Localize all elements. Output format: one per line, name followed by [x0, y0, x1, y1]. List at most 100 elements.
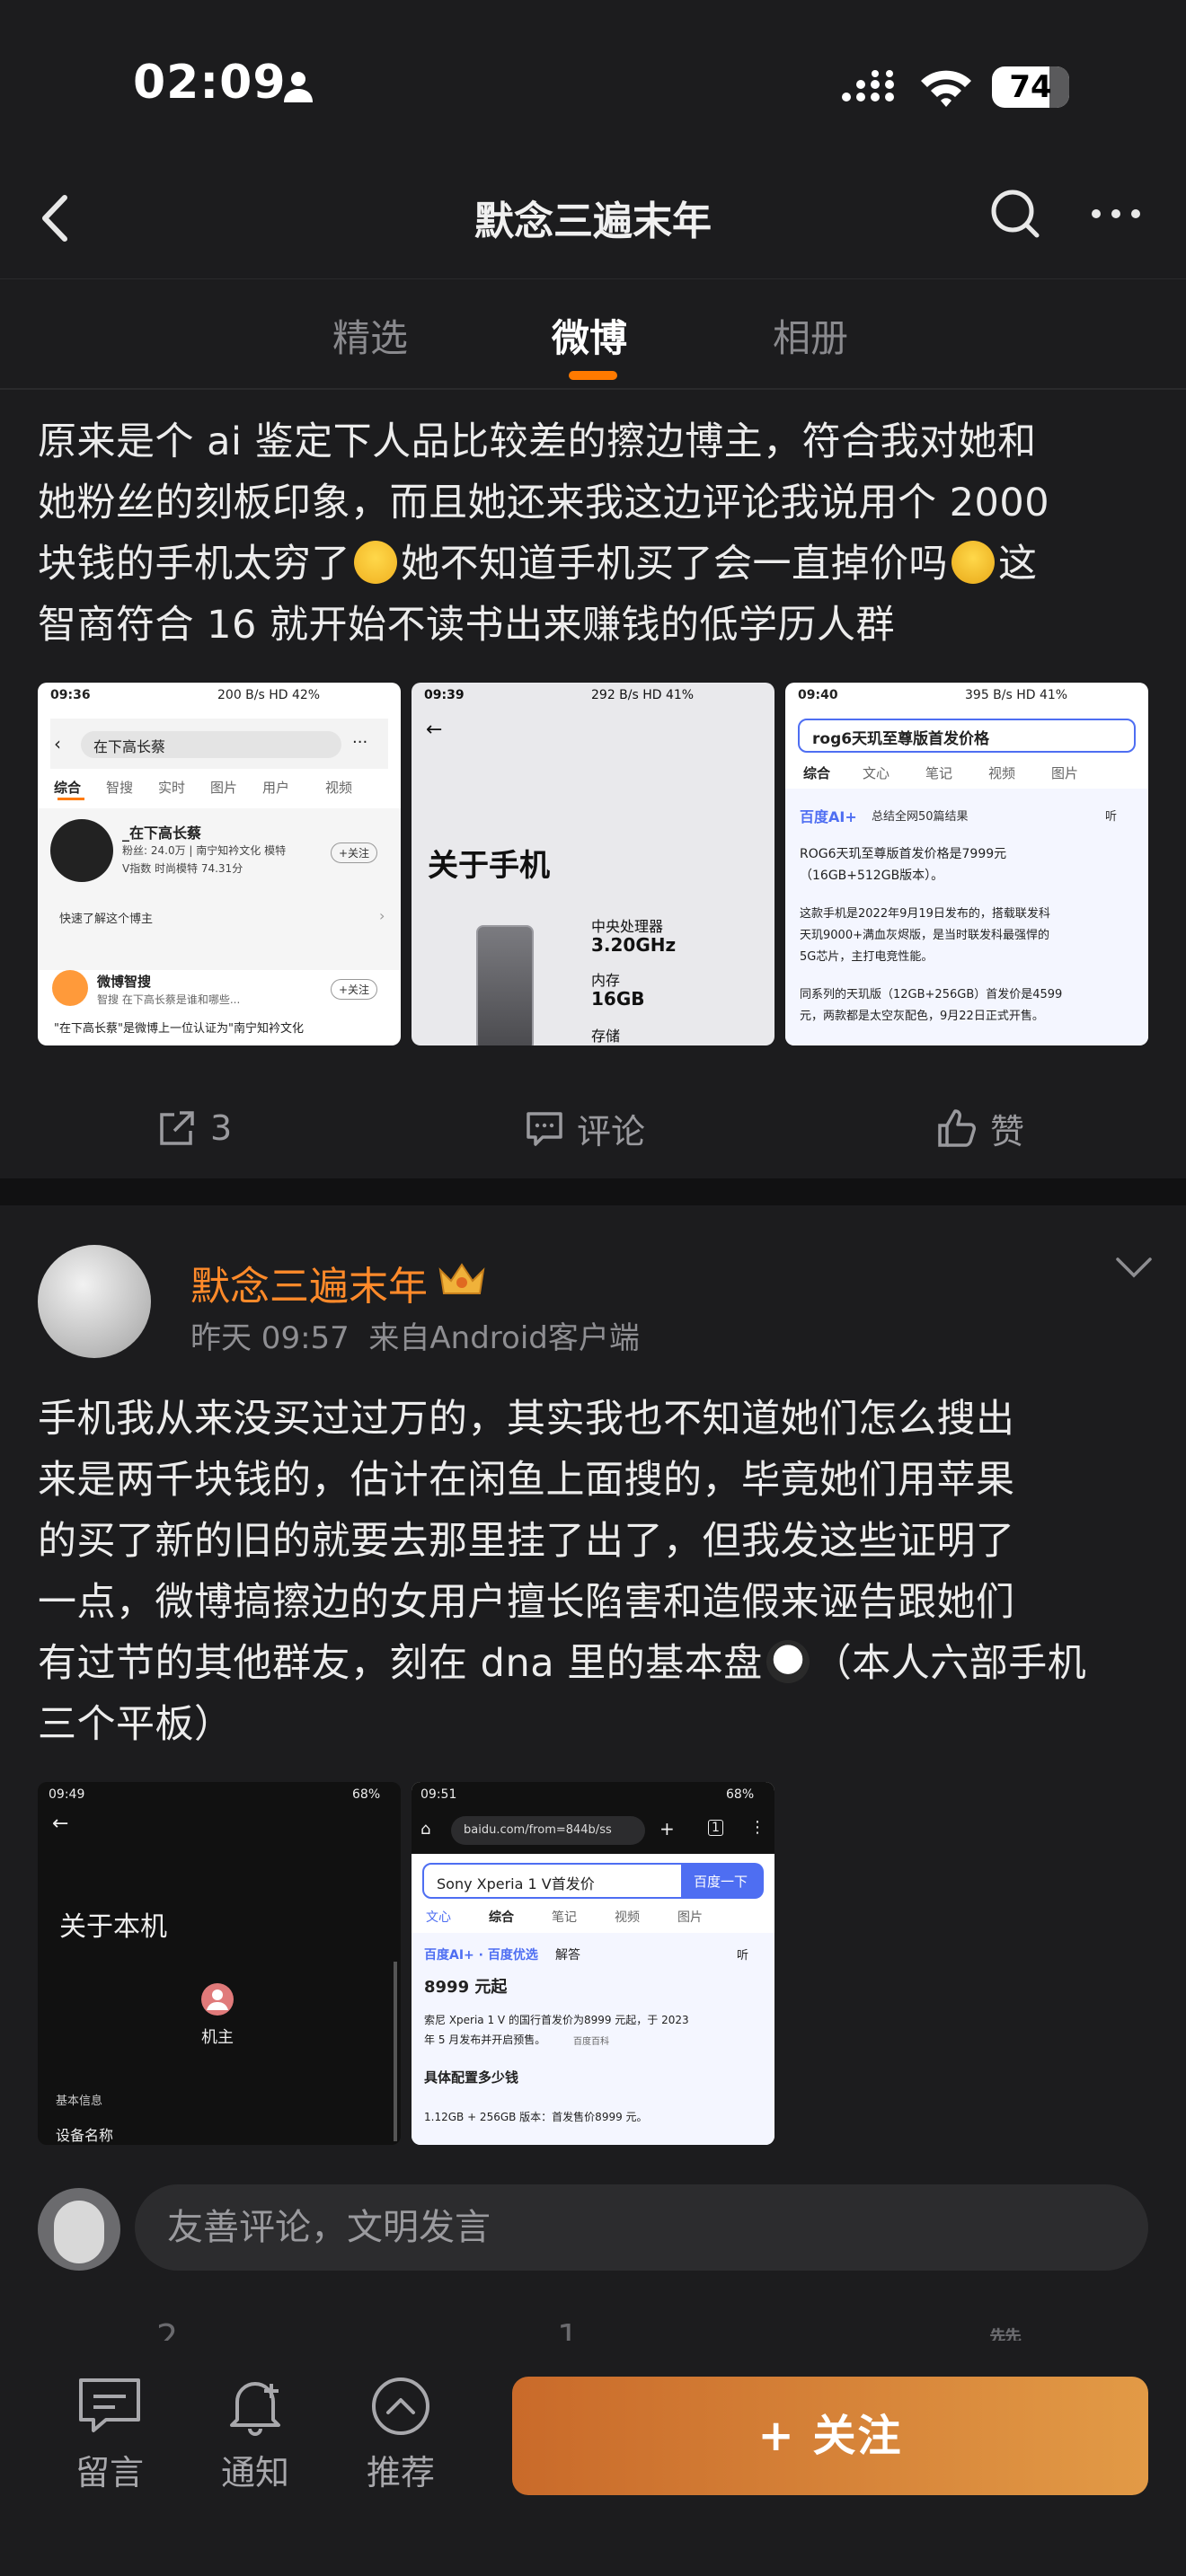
image-tab: 文心 — [426, 1910, 451, 1925]
image-ai-suffix: 解答 — [555, 1948, 580, 1963]
image-status: 395 B/s HD 41% — [965, 688, 1068, 702]
image-smart-title: 微博智搜 — [97, 974, 152, 990]
image-listen: 听 — [1105, 810, 1118, 824]
message-icon — [79, 2378, 140, 2432]
panda-emoji-icon — [766, 1640, 810, 1683]
back-arrow-icon: ← — [52, 1813, 69, 1835]
image-tab: 笔记 — [552, 1910, 577, 1925]
more-icon: ··· — [352, 733, 368, 752]
post-separator — [0, 1178, 1186, 1205]
recommend-button[interactable]: 推荐 — [338, 2375, 464, 2494]
peek-comment: 1 — [557, 2317, 580, 2341]
image-quote: "在下高长蔡"是微博上一位认证为"南宁知衿文化 — [54, 1022, 304, 1036]
post1-image-2[interactable]: 09:39 292 B/s HD 41% ← 关于手机 中央处理器 3.20GH… — [412, 683, 774, 1045]
post2-line: 手机我从来没买过过万的，其实我也不知道她们怎么搜出 — [38, 1397, 1015, 1442]
search-icon[interactable] — [987, 185, 1044, 243]
post-source: 来自Android客户端 — [368, 1320, 640, 1356]
image-follow-button: +关注 — [331, 842, 378, 863]
like-button[interactable]: 赞 — [936, 1083, 1024, 1173]
plus-icon: + — [659, 1818, 675, 1839]
message-button[interactable]: 留言 — [47, 2375, 173, 2494]
image-spec-label: 内存 — [591, 972, 621, 989]
post2-line: 三个平板） — [38, 1702, 234, 1747]
image-tab: 图片 — [677, 1910, 703, 1925]
cellular-signal-icon — [842, 70, 894, 101]
post1-line-part: 这 — [998, 542, 1038, 587]
post1-line-part: 块钱的手机太穷了 — [38, 542, 350, 587]
commenter-avatar-figure — [54, 2201, 104, 2263]
chevron-right-icon: › — [379, 907, 385, 924]
image-tab: 实时 — [158, 780, 186, 796]
comment-input[interactable]: 友善评论，文明发言 — [135, 2184, 1148, 2271]
more-icon: ⋮ — [749, 1818, 766, 1837]
image-user: 机主 — [201, 2028, 234, 2047]
image-heading: 具体配置多少钱 — [424, 2069, 519, 2086]
image-status-time: 09:49 — [49, 1787, 85, 1802]
tab-featured[interactable]: 精选 — [332, 308, 408, 363]
post1-line: 她粉丝的刻板印象，而且她还来我这边评论我说用个 2000 — [38, 481, 1050, 525]
image-paragraph: （16GB+512GB版本）。 — [800, 869, 944, 883]
post1-text: 原来是个 ai 鉴定下人品比较差的擦边博主，符合我对她和 她粉丝的刻板印象，而且… — [38, 411, 1152, 656]
repost-icon — [160, 1111, 194, 1145]
next-post-action-peek: 2 1 赞 — [0, 2317, 1186, 2341]
bottom-bar: 留言 通知 推荐 + 关注 — [0, 2341, 1186, 2576]
image-device: 设备名称 — [56, 2127, 114, 2144]
image-search-text: Sony Xperia 1 V首发价 — [437, 1875, 595, 1892]
post2-line: 的买了新的旧的就要去那里挂了出了，但我发这些证明了 — [38, 1519, 1015, 1564]
post2-line: 来是两千块钱的，估计在闲鱼上面搜的，毕竟她们用苹果 — [38, 1458, 1015, 1503]
notify-label: 通知 — [220, 2453, 289, 2492]
post1-line: 智商符合 16 就开始不读书出来赚钱的低学历人群 — [38, 603, 896, 648]
user-circle-icon — [201, 1983, 234, 2016]
author-name[interactable]: 默念三遍末年 — [190, 1254, 428, 1311]
image-status: 200 B/s HD 42% — [217, 688, 321, 702]
status-time: 02:09 — [133, 56, 287, 110]
thumbs-up-icon — [938, 1109, 976, 1147]
chevron-down-icon[interactable] — [1114, 1254, 1154, 1281]
image-price: 8999 元起 — [424, 1978, 508, 1997]
image-status-time: 09:40 — [798, 688, 838, 702]
image-url: baidu.com/from=844b/ss — [464, 1823, 612, 1837]
image-source: 百度百科 — [573, 2037, 609, 2047]
nav-bar: 默念三遍末年 — [0, 171, 1186, 269]
post1-image-3[interactable]: 09:40 395 B/s HD 41% rog6天玑至尊版首发价格 综合 文心… — [785, 683, 1148, 1045]
image-status-time: 09:51 — [420, 1787, 457, 1802]
image-follow-button: +关注 — [331, 979, 378, 1000]
home-icon: ⌂ — [420, 1820, 431, 1839]
image-scrollbar — [394, 1962, 397, 2141]
tab-weibo[interactable]: 微博 — [552, 308, 627, 363]
post1-line: 原来是个 ai 鉴定下人品比较差的擦边博主，符合我对她和 — [38, 419, 1037, 464]
post1-image-1[interactable]: 09:36 200 B/s HD 42% ‹ 在下高长蔡 ··· 综合 智搜 实… — [38, 683, 401, 1045]
image-title: 关于本机 — [59, 1911, 167, 1943]
commenter-avatar — [38, 2188, 120, 2271]
more-icon[interactable] — [1089, 196, 1143, 232]
image-tab: 视频 — [615, 1910, 640, 1925]
image-user-avatar — [50, 819, 113, 882]
notify-button[interactable]: 通知 — [192, 2375, 318, 2494]
person-icon — [284, 72, 313, 102]
back-icon: ‹ — [54, 733, 61, 754]
tab-album[interactable]: 相册 — [773, 308, 848, 363]
post2-line: 一点，微博搞擦边的女用户擅长陷害和造假来诬告跟她们 — [38, 1580, 1015, 1625]
repost-button[interactable]: 3 — [156, 1083, 232, 1173]
image-paragraph: 5G芯片，主打电竞性能。 — [800, 950, 934, 964]
image-tab: 综合 — [54, 780, 82, 796]
back-arrow-icon: ← — [426, 719, 443, 741]
author-avatar[interactable] — [38, 1245, 151, 1358]
post2-text: 手机我从来没买过过万的，其实我也不知道她们怎么搜出 来是两千块钱的，估计在闲鱼上… — [38, 1389, 1152, 1755]
image-spec-label: 存储 — [591, 1028, 621, 1045]
post2-line-part: 有过节的其他群友，刻在 dna 里的基本盘 — [38, 1641, 763, 1686]
tabs-icon: 1 — [708, 1820, 723, 1836]
image-tab: 图片 — [210, 780, 238, 796]
image-user-v: V指数 时尚模特 74.31分 — [122, 862, 243, 875]
image-paragraph: ROG6天玑至尊版首发价格是7999元 — [800, 847, 1007, 861]
image-ai-label: 百度AI+ · 百度优选 — [424, 1948, 538, 1963]
follow-button[interactable]: + 关注 — [512, 2377, 1148, 2495]
recommend-icon — [372, 2378, 429, 2435]
comment-button[interactable]: 评论 — [525, 1083, 645, 1173]
image-tab: 视频 — [325, 780, 353, 796]
post2-image-2[interactable]: 09:51 68% ⌂ baidu.com/from=844b/ss + 1 ⋮… — [412, 1782, 774, 2145]
post2-image-1[interactable]: 09:49 68% ← 关于本机 机主 基本信息 设备名称 — [38, 1782, 401, 2145]
image-battery: 68% — [726, 1787, 755, 1802]
image-tab: 综合 — [803, 765, 831, 781]
peek-like: 赞 — [988, 2317, 1022, 2341]
